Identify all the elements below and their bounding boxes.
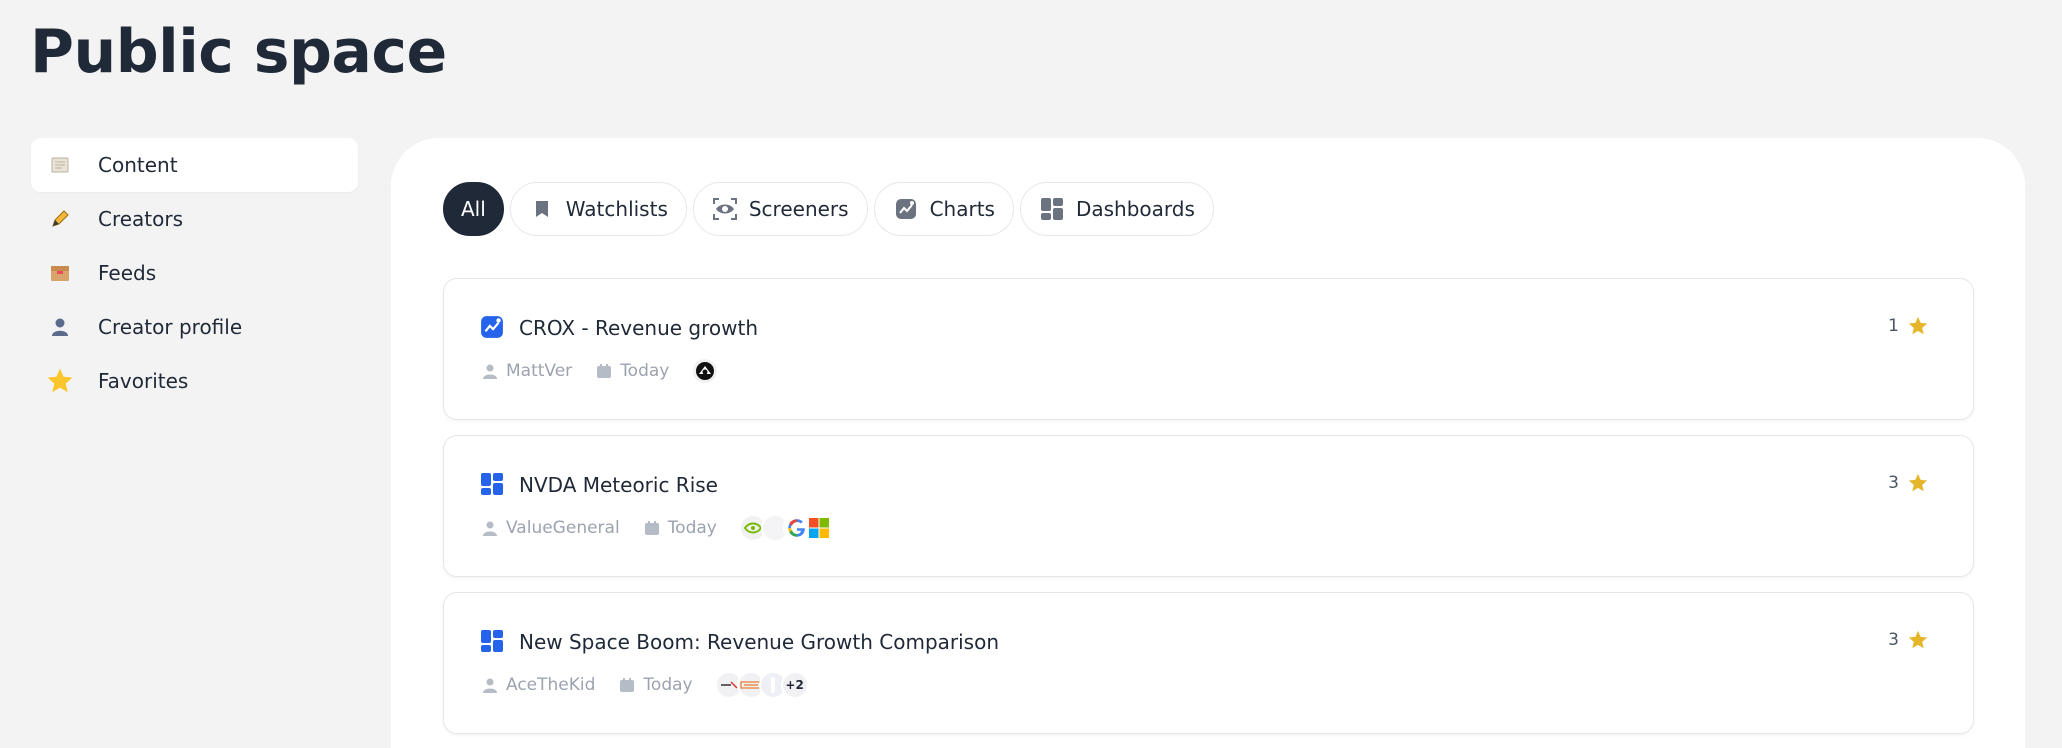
- star-icon: [1908, 630, 1928, 649]
- filter-label: All: [461, 197, 486, 221]
- sidebar-item-label: Feeds: [98, 261, 157, 285]
- card-title: CROX - Revenue growth: [519, 316, 759, 340]
- filter-watchlists[interactable]: Watchlists: [509, 182, 687, 236]
- box-icon: [45, 258, 75, 288]
- filter-label: Dashboards: [1075, 197, 1195, 221]
- filter-charts[interactable]: Charts: [873, 182, 1014, 236]
- favorite-count[interactable]: 3: [1888, 472, 1929, 494]
- calendar-icon: [644, 520, 660, 536]
- user-icon: [482, 520, 498, 536]
- sidebar-item-favorites[interactable]: Favorites: [31, 354, 358, 408]
- card-date: Today: [643, 675, 693, 695]
- dashboard-icon: [480, 472, 504, 496]
- user-icon: [482, 677, 498, 693]
- card-title: NVDA Meteoric Rise: [519, 473, 718, 497]
- sidebar-item-creators[interactable]: Creators: [31, 192, 358, 246]
- filter-screeners[interactable]: Screeners: [692, 182, 868, 236]
- sidebar-item-label: Creators: [98, 207, 184, 231]
- card-title: New Space Boom: Revenue Growth Compariso…: [519, 630, 1000, 654]
- microsoft-logo: [804, 514, 833, 542]
- sidebar-item-label: Content: [98, 153, 178, 177]
- filter-label: Charts: [929, 197, 995, 221]
- chart-icon: [480, 315, 504, 339]
- favorite-count[interactable]: 1: [1888, 315, 1929, 337]
- sidebar-item-content[interactable]: Content: [31, 138, 358, 192]
- sidebar: Content Creators Feeds Creator profile F…: [31, 138, 358, 408]
- chart-icon: [893, 196, 919, 222]
- content-card[interactable]: NVDA Meteoric Rise ValueGeneral Today 3: [443, 435, 1974, 577]
- user-icon: [482, 363, 498, 379]
- star-icon: [1908, 473, 1928, 492]
- filter-dashboards[interactable]: Dashboards: [1019, 182, 1214, 236]
- favorite-count-value: 1: [1888, 316, 1899, 336]
- crox-logo: [691, 357, 720, 385]
- content-card[interactable]: CROX - Revenue growth MattVer Today 1: [443, 278, 1974, 420]
- calendar-icon: [619, 677, 635, 693]
- star-icon: [1908, 316, 1928, 335]
- dashboard-icon: [480, 629, 504, 653]
- star-icon: [45, 366, 75, 396]
- card-date: Today: [667, 518, 717, 538]
- page-title: Public space: [30, 17, 447, 87]
- content-card[interactable]: New Space Boom: Revenue Growth Compariso…: [443, 592, 1974, 734]
- ticker-logos: +2: [714, 671, 809, 699]
- bookmark-icon: [529, 196, 555, 222]
- filter-label: Watchlists: [565, 197, 668, 221]
- calendar-icon: [596, 363, 612, 379]
- favorite-count-value: 3: [1888, 630, 1899, 650]
- filter-all[interactable]: All: [443, 182, 504, 236]
- more-logos-badge: +2: [780, 671, 809, 699]
- card-author: AceTheKid: [506, 675, 596, 695]
- card-meta: MattVer Today: [482, 357, 720, 385]
- card-meta: ValueGeneral Today: [482, 514, 833, 542]
- filter-label: Screeners: [748, 197, 849, 221]
- content-panel: All Watchlists Screeners Charts Dashboar…: [391, 138, 2025, 748]
- favorite-count[interactable]: 3: [1888, 629, 1929, 651]
- sidebar-item-label: Creator profile: [98, 315, 243, 339]
- pencil-icon: [45, 204, 75, 234]
- card-meta: AceTheKid Today +2: [482, 671, 809, 699]
- card-author: MattVer: [506, 361, 573, 381]
- sidebar-item-feeds[interactable]: Feeds: [31, 246, 358, 300]
- favorite-count-value: 3: [1888, 473, 1899, 493]
- sidebar-item-label: Favorites: [98, 369, 189, 393]
- card-author: ValueGeneral: [506, 518, 620, 538]
- eye-icon: [712, 196, 738, 222]
- scroll-icon: [45, 150, 75, 180]
- ticker-logos: [691, 357, 720, 385]
- ticker-logos: [738, 514, 833, 542]
- card-date: Today: [620, 361, 670, 381]
- dashboard-icon: [1039, 196, 1065, 222]
- person-icon: [45, 312, 75, 342]
- sidebar-item-creator-profile[interactable]: Creator profile: [31, 300, 358, 354]
- filter-tabs: All Watchlists Screeners Charts Dashboar…: [443, 182, 1214, 236]
